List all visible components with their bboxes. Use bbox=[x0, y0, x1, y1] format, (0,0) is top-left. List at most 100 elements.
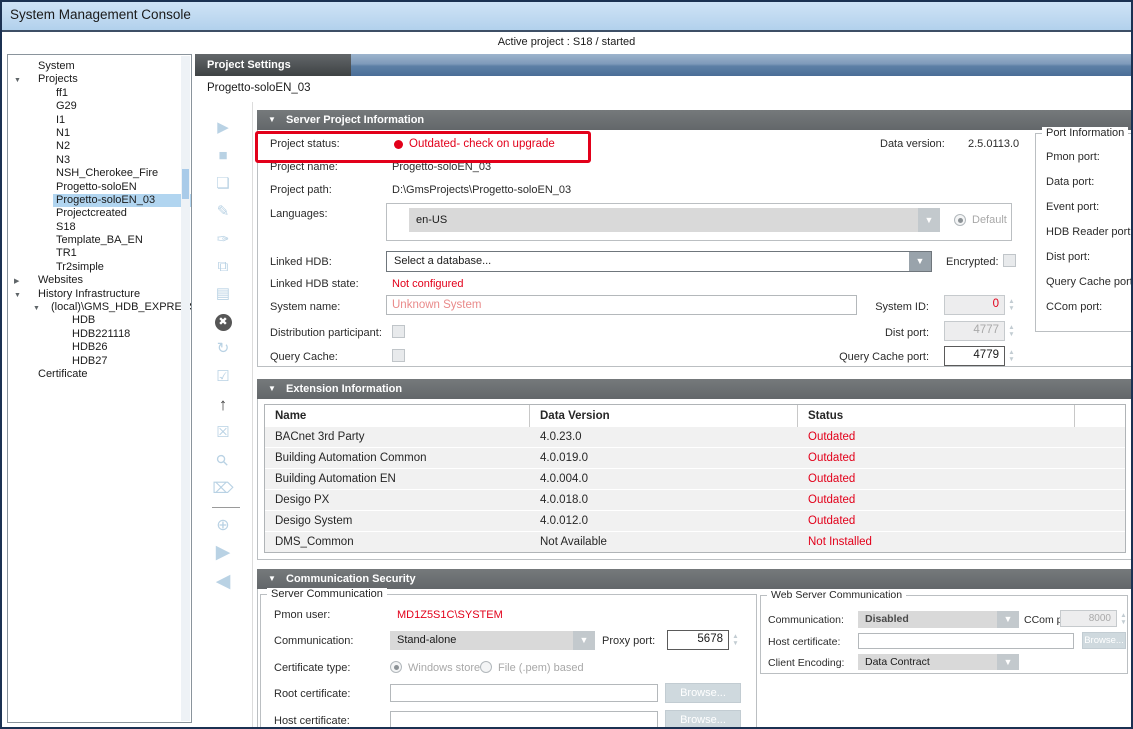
proxy-port-spinner[interactable]: 5678 bbox=[667, 630, 729, 650]
cancel-edit-icon[interactable]: ✖ bbox=[195, 310, 251, 332]
cleanup-database-icon[interactable]: ⌦ bbox=[195, 478, 251, 500]
spinner-arrows-icon[interactable]: ▲▼ bbox=[1006, 324, 1017, 338]
tree-scrollbar[interactable] bbox=[181, 56, 190, 721]
section-header-server-project-info[interactable]: ▼ Server Project Information bbox=[257, 110, 1133, 130]
tab-project-settings[interactable]: Project Settings bbox=[195, 54, 351, 76]
port-information-group: Port Information Pmon port: Data port: E… bbox=[1035, 133, 1133, 332]
host-certificate-browse-button[interactable]: Browse... bbox=[665, 710, 741, 729]
spinner-arrows-icon[interactable]: ▲▼ bbox=[1118, 612, 1129, 626]
client-encoding-dropdown[interactable]: Data Contract ▼ bbox=[858, 654, 1019, 670]
forward-icon[interactable]: ▶ bbox=[195, 542, 251, 564]
validate-network-icon[interactable]: ☑ bbox=[195, 366, 251, 388]
data-port-label: Data port: bbox=[1046, 176, 1094, 188]
tree-item-project[interactable]: I1 bbox=[8, 114, 191, 127]
host-certificate-input[interactable] bbox=[390, 711, 658, 729]
restore-project-icon[interactable]: ❏ bbox=[195, 173, 251, 195]
system-name-input[interactable] bbox=[386, 295, 857, 315]
tree-item-project[interactable]: ff1 bbox=[8, 87, 191, 100]
windows-store-radio[interactable] bbox=[390, 661, 402, 673]
tree-item-hdb[interactable]: HDB26 bbox=[8, 341, 191, 354]
file-pem-label: File (.pem) based bbox=[498, 662, 584, 674]
edit-system-icon[interactable]: ✑ bbox=[195, 229, 251, 251]
tree-item-project[interactable]: Projectcreated bbox=[8, 207, 191, 220]
upgrade-project-icon[interactable]: ↑ bbox=[195, 394, 251, 416]
chevron-down-icon: ▼ bbox=[909, 252, 931, 271]
tree-item-hdb[interactable]: HDB27 bbox=[8, 355, 191, 368]
communication-dropdown[interactable]: Stand-alone ▼ bbox=[390, 631, 595, 650]
table-row[interactable]: BACnet 3rd Party 4.0.23.0 Outdated bbox=[265, 427, 1125, 447]
tree-item-certificate[interactable]: Certificate bbox=[8, 368, 191, 381]
tree-item-project[interactable]: N3 bbox=[8, 154, 191, 167]
tree-item-project[interactable]: NSH_Cherokee_Fire bbox=[8, 167, 191, 180]
distribution-participant-checkbox[interactable] bbox=[392, 325, 405, 338]
tree-item-project[interactable]: N1 bbox=[8, 127, 191, 140]
table-row[interactable]: Building Automation EN 4.0.004.0 Outdate… bbox=[265, 469, 1125, 489]
tree-item-project[interactable]: Template_BA_EN bbox=[8, 234, 191, 247]
tree-item-system[interactable]: System bbox=[8, 60, 191, 73]
expand-icon[interactable]: ▼ bbox=[14, 289, 21, 302]
edit-project-icon[interactable]: ✎ bbox=[195, 201, 251, 223]
dist-port-spinner[interactable]: 4777 bbox=[944, 321, 1005, 341]
tree-item-projects[interactable]: ▼Projects bbox=[8, 73, 191, 86]
tree-item-project[interactable]: Progetto-soloEN bbox=[8, 181, 191, 194]
column-header-name[interactable]: Name bbox=[265, 405, 530, 427]
languages-label: Languages: bbox=[270, 208, 328, 220]
default-language-radio[interactable] bbox=[954, 214, 966, 226]
tree-item-project[interactable]: Tr2simple bbox=[8, 261, 191, 274]
save-icon[interactable]: ▤ bbox=[195, 283, 251, 305]
encrypted-checkbox[interactable] bbox=[1003, 254, 1016, 267]
add-icon[interactable]: ⊕ bbox=[195, 515, 251, 537]
column-header-status[interactable]: Status bbox=[798, 405, 1075, 427]
tree-item-project[interactable]: S18 bbox=[8, 221, 191, 234]
table-row[interactable]: DMS_Common Not Available Not Installed bbox=[265, 532, 1125, 552]
tree-item-hdb-server[interactable]: ▼(local)\GMS_HDB_EXPRESS bbox=[8, 301, 191, 314]
active-project-status: Active project : S18 / started bbox=[2, 36, 1131, 48]
spinner-arrows-icon[interactable]: ▲▼ bbox=[730, 633, 741, 647]
tree-item-history-infrastructure[interactable]: ▼History Infrastructure bbox=[8, 288, 191, 301]
section-collapse-icon[interactable]: ▼ bbox=[268, 379, 276, 399]
communication-label: Communication: bbox=[274, 635, 353, 647]
refresh-hdb-icon[interactable]: ↻ bbox=[195, 338, 251, 360]
ccom-port-spinner[interactable]: 8000 bbox=[1060, 610, 1117, 627]
collapse-icon[interactable]: ▶ bbox=[14, 275, 19, 288]
file-pem-radio[interactable] bbox=[480, 661, 492, 673]
start-project-icon[interactable]: ▶ bbox=[195, 117, 251, 139]
web-communication-dropdown[interactable]: Disabled ▼ bbox=[858, 611, 1019, 628]
tree-item-project[interactable]: N2 bbox=[8, 140, 191, 153]
root-certificate-input[interactable] bbox=[390, 684, 658, 702]
column-header-data-version[interactable]: Data Version bbox=[530, 405, 798, 427]
system-id-spinner[interactable]: 0 bbox=[944, 295, 1005, 315]
web-host-certificate-browse-button[interactable]: Browse... bbox=[1082, 632, 1126, 649]
project-path-value: D:\GmsProjects\Progetto-soloEN_03 bbox=[392, 184, 571, 196]
section-collapse-icon[interactable]: ▼ bbox=[268, 110, 276, 130]
tree-item-hdb[interactable]: HDB221118 bbox=[8, 328, 191, 341]
web-host-certificate-input[interactable] bbox=[858, 633, 1074, 649]
section-header-communication-security[interactable]: ▼ Communication Security bbox=[257, 569, 1133, 589]
tree-item-websites[interactable]: ▶Websites bbox=[8, 274, 191, 287]
table-row[interactable]: Building Automation Common 4.0.019.0 Out… bbox=[265, 448, 1125, 468]
section-collapse-icon[interactable]: ▼ bbox=[268, 569, 276, 589]
query-cache-port-spinner[interactable]: 4779 bbox=[944, 346, 1005, 366]
table-row[interactable]: Desigo PX 4.0.018.0 Outdated bbox=[265, 490, 1125, 510]
query-cache-checkbox[interactable] bbox=[392, 349, 405, 362]
back-icon[interactable]: ◀ bbox=[195, 571, 251, 593]
root-certificate-browse-button[interactable]: Browse... bbox=[665, 683, 741, 703]
section-header-extension-info[interactable]: ▼ Extension Information bbox=[257, 379, 1133, 399]
spinner-arrows-icon[interactable]: ▲▼ bbox=[1006, 349, 1017, 363]
toolbar-separator bbox=[212, 507, 240, 508]
tree-item-project-selected[interactable]: Progetto-soloEN_03 bbox=[8, 194, 191, 207]
spinner-arrows-icon[interactable]: ▲▼ bbox=[1006, 298, 1017, 312]
expand-icon[interactable]: ▼ bbox=[33, 302, 40, 315]
chevron-down-icon: ▼ bbox=[997, 654, 1019, 670]
table-row[interactable]: Desigo System 4.0.012.0 Outdated bbox=[265, 511, 1125, 531]
expand-icon[interactable]: ▼ bbox=[14, 74, 21, 87]
web-host-certificate-label: Host certificate: bbox=[768, 636, 840, 648]
edit-distribution-icon[interactable]: ⧉ bbox=[195, 256, 251, 278]
tree-item-hdb[interactable]: HDB bbox=[8, 314, 191, 327]
tree-item-project[interactable]: G29 bbox=[8, 100, 191, 113]
stop-project-icon[interactable]: ■ bbox=[195, 145, 251, 167]
languages-dropdown[interactable]: en-US ▼ bbox=[409, 208, 940, 232]
linked-hdb-dropdown[interactable]: Select a database... ▼ bbox=[386, 251, 932, 272]
tree-item-project[interactable]: TR1 bbox=[8, 247, 191, 260]
tree-scrollbar-thumb[interactable] bbox=[182, 169, 189, 199]
